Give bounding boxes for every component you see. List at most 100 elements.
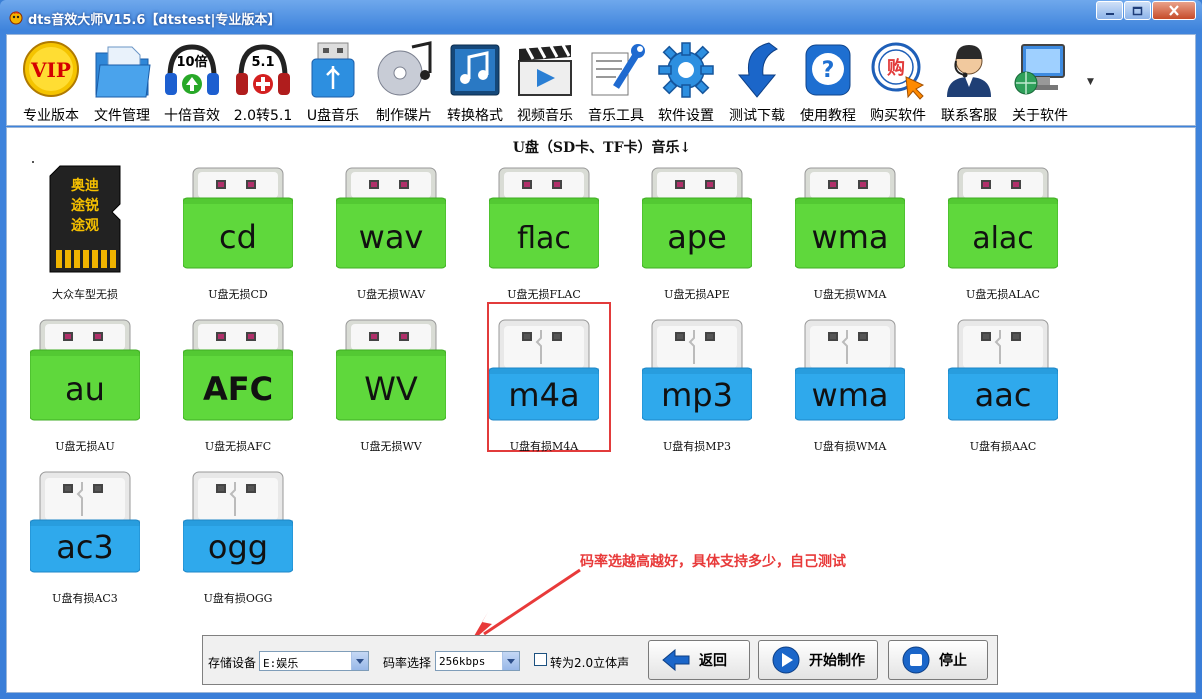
format-caption: U盘有损MP3 bbox=[663, 440, 731, 453]
play-icon bbox=[772, 646, 800, 674]
clapperboard-icon bbox=[515, 39, 575, 101]
usb-format-green-flac[interactable]: flac U盘无损FLAC bbox=[484, 164, 604, 304]
vip-badge-icon: VIP bbox=[21, 39, 81, 101]
start-button-label: 开始制作 bbox=[809, 653, 865, 669]
toolbar-label: 关于软件 bbox=[1012, 108, 1068, 124]
headphones-10x-icon: 10倍 bbox=[162, 39, 222, 101]
minimize-button[interactable] bbox=[1096, 1, 1123, 20]
svg-text:途锐: 途锐 bbox=[71, 197, 99, 214]
svg-text:flac: flac bbox=[517, 221, 571, 256]
usb-format-blue-ac3[interactable]: ac3 U盘有损AC3 bbox=[25, 468, 145, 608]
format-caption: U盘有损AAC bbox=[969, 440, 1037, 453]
toolbar-disc-music-button[interactable]: 制作碟片 bbox=[368, 35, 440, 125]
usb-format-green-au[interactable]: au U盘无损AU bbox=[25, 316, 145, 456]
usb-format-blue-wma[interactable]: wma U盘有损WMA bbox=[790, 316, 910, 456]
toolbar-buy-cursor-button[interactable]: 购购买软件 bbox=[862, 35, 934, 125]
svg-text:ogg: ogg bbox=[208, 528, 268, 566]
close-icon bbox=[1169, 5, 1179, 16]
toolbar-tools-wrench-button[interactable]: 音乐工具 bbox=[580, 35, 652, 125]
usb-format-green-wv[interactable]: WV U盘无损WV bbox=[331, 316, 451, 456]
back-button-label: 返回 bbox=[699, 653, 727, 669]
usb-format-blue-ogg[interactable]: ogg U盘有损OGG bbox=[178, 468, 298, 608]
stereo-checkbox[interactable] bbox=[534, 653, 547, 666]
start-button[interactable]: 开始制作 bbox=[758, 640, 878, 680]
back-button[interactable]: 返回 bbox=[648, 640, 750, 680]
chevron-down-icon[interactable] bbox=[351, 652, 368, 670]
format-caption: U盘无损AU bbox=[55, 440, 115, 453]
svg-text:5.1: 5.1 bbox=[251, 55, 274, 70]
toolbar-vip-badge-button[interactable]: VIP 专业版本 bbox=[15, 35, 87, 125]
toolbar-help-button[interactable]: ? 使用教程 bbox=[792, 35, 864, 125]
device-select-value: E:娱乐 bbox=[263, 657, 299, 670]
toolbar-headphones-10x-button[interactable]: 10倍 十倍音效 bbox=[156, 35, 228, 125]
svg-text:AFC: AFC bbox=[203, 370, 273, 408]
usb-format-green-ape[interactable]: ape U盘无损APE bbox=[637, 164, 757, 304]
toolbar-computer-globe-button[interactable]: 关于软件 bbox=[1004, 35, 1076, 125]
usb-format-green-alac[interactable]: alac U盘无损ALAC bbox=[943, 164, 1063, 304]
toolbar-usb-drive-button[interactable]: U盘音乐 bbox=[297, 35, 369, 125]
format-caption: U盘无损FLAC bbox=[507, 288, 581, 301]
svg-text:m4a: m4a bbox=[508, 376, 579, 414]
usb-format-blue-aac[interactable]: aac U盘有损AAC bbox=[943, 316, 1063, 456]
format-caption: U盘有损WMA bbox=[813, 440, 887, 453]
svg-text:wma: wma bbox=[812, 376, 889, 414]
usb-format-green-wav[interactable]: wav U盘无损WAV bbox=[331, 164, 451, 304]
toolbar-gear-button[interactable]: 软件设置 bbox=[650, 35, 722, 125]
maximize-button[interactable] bbox=[1124, 1, 1151, 20]
bitrate-annotation: 码率选越高越好，具体支持多少，自己测试 bbox=[580, 554, 846, 570]
app-window: dts音效大师V15.6【dtstest|专业版本】 ▼ VIP 专业版本 文件管理… bbox=[0, 0, 1202, 699]
usb-drive-icon bbox=[303, 39, 363, 101]
folder-file-icon bbox=[92, 39, 152, 101]
format-caption: 大众车型无损 bbox=[52, 288, 118, 301]
toolbar-folder-file-button[interactable]: 文件管理 bbox=[86, 35, 158, 125]
usb-format-blue-mp3[interactable]: mp3 U盘有损MP3 bbox=[637, 316, 757, 456]
toolbar-music-note-button[interactable]: 转换格式 bbox=[439, 35, 511, 125]
bitrate-select-value: 256kbps bbox=[439, 655, 486, 668]
toolbar-support-agent-button[interactable]: 联系客服 bbox=[933, 35, 1005, 125]
window-title: dts音效大师V15.6【dtstest|专业版本】 bbox=[28, 13, 281, 28]
chevron-down-icon[interactable] bbox=[502, 652, 519, 670]
output-options-bar: 存储设备 E:娱乐 码率选择 256kbps 转为2.0立体声 返回 开始制作 … bbox=[202, 635, 998, 685]
usb-format-blue-m4a[interactable]: m4a U盘有损M4A bbox=[484, 316, 604, 456]
toolbar-download-arrow-button[interactable]: 测试下载 bbox=[721, 35, 793, 125]
format-caption: U盘有损M4A bbox=[509, 440, 579, 453]
format-caption: U盘无损AFC bbox=[204, 440, 272, 453]
usb-format-green-cd[interactable]: cd U盘无损CD bbox=[178, 164, 298, 304]
close-button[interactable] bbox=[1152, 1, 1196, 20]
svg-text:奥迪: 奥迪 bbox=[71, 177, 99, 194]
title-bar: dts音效大师V15.6【dtstest|专业版本】 bbox=[0, 0, 1202, 34]
svg-text:购: 购 bbox=[887, 57, 905, 79]
stop-button[interactable]: 停止 bbox=[888, 640, 988, 680]
bitrate-label: 码率选择 bbox=[383, 656, 432, 670]
minimize-icon bbox=[1105, 12, 1114, 15]
stereo-label[interactable]: 转为2.0立体声 bbox=[550, 654, 629, 671]
usb-format-green-wma[interactable]: wma U盘无损WMA bbox=[790, 164, 910, 304]
vw-lossless-sd-card[interactable]: 奥迪 途锐 途观 大众车型无损 bbox=[25, 164, 145, 304]
download-arrow-icon bbox=[727, 39, 787, 101]
svg-text:wav: wav bbox=[359, 218, 424, 256]
toolbar-headphones-51-button[interactable]: 5.1 2.0转5.1 bbox=[227, 35, 299, 125]
chevron-down-icon[interactable]: ▼ bbox=[1087, 77, 1094, 87]
format-caption: U盘无损APE bbox=[664, 288, 730, 301]
support-agent-icon bbox=[939, 39, 999, 101]
usb-music-panel: U盘（SD卡、TF卡）音乐↓ 码率选越高越好，具体支持多少，自己测试 存储设备 … bbox=[6, 127, 1196, 693]
svg-text:mp3: mp3 bbox=[661, 376, 733, 414]
maximize-icon bbox=[1132, 6, 1143, 15]
format-caption: U盘有损OGG bbox=[203, 592, 273, 605]
svg-text:ape: ape bbox=[667, 218, 727, 256]
stop-icon bbox=[902, 646, 930, 674]
format-caption: U盘有损AC3 bbox=[52, 592, 118, 605]
svg-text:aac: aac bbox=[975, 376, 1032, 414]
main-toolbar: ▼ VIP 专业版本 文件管理 10倍 十倍音效 5.1 2.0转5.1 U盘音乐 制作碟片 转换… bbox=[6, 34, 1196, 126]
bitrate-select[interactable]: 256kbps bbox=[435, 651, 520, 671]
app-logo-icon bbox=[9, 11, 23, 25]
computer-globe-icon bbox=[1010, 39, 1070, 101]
svg-text:ac3: ac3 bbox=[56, 528, 114, 566]
svg-text:WV: WV bbox=[364, 370, 418, 408]
device-select[interactable]: E:娱乐 bbox=[259, 651, 369, 671]
divider-dot bbox=[32, 161, 34, 163]
disc-music-icon bbox=[374, 39, 434, 101]
toolbar-clapperboard-button[interactable]: 视频音乐 bbox=[509, 35, 581, 125]
device-label: 存储设备 bbox=[208, 656, 257, 670]
usb-format-green-afc[interactable]: AFC U盘无损AFC bbox=[178, 316, 298, 456]
